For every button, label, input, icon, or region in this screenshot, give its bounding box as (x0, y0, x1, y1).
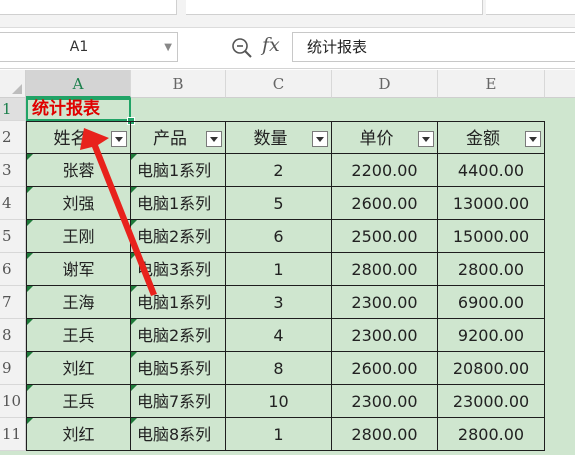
column-header-b[interactable]: B (131, 70, 226, 98)
toolbar-strip (0, 0, 575, 28)
header-label: 姓名 (53, 129, 88, 149)
header-cell-b[interactable]: 产品 (131, 121, 226, 154)
table-cell[interactable]: 谢军 (26, 253, 131, 286)
toolbar-segment (186, 0, 483, 15)
row-header-4[interactable]: 4 (0, 187, 26, 220)
table-cell[interactable]: 10 (226, 385, 332, 418)
row-header-2[interactable]: 2 (0, 121, 26, 154)
toolbar-segment (0, 0, 177, 15)
row-header-1[interactable]: 1 (0, 98, 26, 121)
table-cell[interactable]: 15000.00 (438, 220, 545, 253)
row-header-11[interactable]: 11 (0, 418, 26, 451)
table-cell[interactable]: 电脑1系列 (131, 187, 226, 220)
name-box-value: A1 (69, 39, 89, 55)
table-cell[interactable]: 2300.00 (332, 319, 438, 352)
table-cell[interactable]: 13000.00 (438, 187, 545, 220)
filter-dropdown-icon[interactable] (418, 131, 434, 147)
row-header-8[interactable]: 8 (0, 319, 26, 352)
table-cell[interactable]: 2800.00 (332, 418, 438, 451)
table-cell[interactable]: 2800.00 (438, 418, 545, 451)
table-cell[interactable]: 电脑2系列 (131, 220, 226, 253)
header-cell-e[interactable]: 金额 (438, 121, 545, 154)
row-header-7[interactable]: 7 (0, 286, 26, 319)
table-cell[interactable]: 王兵 (26, 319, 131, 352)
table-cell[interactable]: 2200.00 (332, 154, 438, 187)
table-cell[interactable]: 王海 (26, 286, 131, 319)
header-label: 金额 (466, 129, 500, 149)
table-cell[interactable]: 3 (226, 286, 332, 319)
table-cell[interactable]: 电脑1系列 (131, 286, 226, 319)
table-cell[interactable]: 电脑8系列 (131, 418, 226, 451)
table-cell[interactable]: 2 (226, 154, 332, 187)
table-cell[interactable]: 刘红 (26, 418, 131, 451)
header-label: 产品 (153, 129, 187, 149)
table-cell[interactable]: 刘强 (26, 187, 131, 220)
table-cell[interactable]: 1 (226, 418, 332, 451)
header-cell-c[interactable]: 数量 (226, 121, 332, 154)
table-cell[interactable]: 王兵 (26, 385, 131, 418)
table-cell[interactable]: 4400.00 (438, 154, 545, 187)
filter-dropdown-icon[interactable] (206, 131, 222, 147)
header-label: 单价 (359, 129, 394, 149)
column-header-a[interactable]: A (26, 70, 131, 98)
table-cell[interactable]: 2300.00 (332, 286, 438, 319)
select-all-corner[interactable] (0, 70, 26, 98)
title-cell[interactable]: 统计报表 (26, 98, 131, 121)
filter-dropdown-icon[interactable] (111, 131, 127, 147)
table-cell[interactable]: 王刚 (26, 220, 131, 253)
formula-input[interactable]: 统计报表 (292, 32, 575, 62)
table-cell[interactable]: 20800.00 (438, 352, 545, 385)
table-cell[interactable]: 5 (226, 187, 332, 220)
table-cell[interactable]: 电脑5系列 (131, 352, 226, 385)
row-header-9[interactable]: 9 (0, 352, 26, 385)
table-cell[interactable]: 2600.00 (332, 352, 438, 385)
table-cell[interactable]: 2800.00 (332, 253, 438, 286)
spreadsheet-grid[interactable]: A B C D E 1 2 3 4 5 6 7 8 9 10 11 统计报表 姓名 产品 数量 单价 金额 张蓉 电脑1系列 2… (0, 70, 575, 455)
table-cell[interactable]: 刘红 (26, 352, 131, 385)
table-cell[interactable]: 电脑7系列 (131, 385, 226, 418)
row-header-3[interactable]: 3 (0, 154, 26, 187)
table-cell[interactable]: 8 (226, 352, 332, 385)
table-cell[interactable]: 电脑1系列 (131, 154, 226, 187)
header-label: 数量 (253, 129, 288, 149)
column-header-c[interactable]: C (226, 70, 332, 98)
header-cell-d[interactable]: 单价 (332, 121, 438, 154)
table-cell[interactable]: 6 (226, 220, 332, 253)
toolbar-segment (486, 0, 575, 15)
row-header-10[interactable]: 10 (0, 385, 26, 418)
zoom-in-icon[interactable] (231, 37, 253, 59)
header-cell-a[interactable]: 姓名 (26, 121, 131, 154)
table-cell[interactable]: 2500.00 (332, 220, 438, 253)
table-cell[interactable]: 1 (226, 253, 332, 286)
table-cell[interactable]: 电脑3系列 (131, 253, 226, 286)
table-cell[interactable]: 23000.00 (438, 385, 545, 418)
column-header-filler (545, 70, 575, 98)
table-cell[interactable]: 4 (226, 319, 332, 352)
name-box[interactable]: A1 ▼ (0, 32, 178, 62)
table-cell[interactable]: 2800.00 (438, 253, 545, 286)
table-cell[interactable]: 张蓉 (26, 154, 131, 187)
table-cell[interactable]: 2300.00 (332, 385, 438, 418)
table-cell[interactable]: 6900.00 (438, 286, 545, 319)
filter-dropdown-icon[interactable] (312, 131, 328, 147)
column-header-d[interactable]: D (332, 70, 438, 98)
function-icon[interactable]: fx (262, 34, 280, 56)
formula-value: 统计报表 (307, 38, 368, 56)
column-header-e[interactable]: E (438, 70, 545, 98)
row-header-6[interactable]: 6 (0, 253, 26, 286)
chevron-down-icon[interactable]: ▼ (164, 42, 172, 53)
table-cell[interactable]: 2600.00 (332, 187, 438, 220)
table-cell[interactable]: 9200.00 (438, 319, 545, 352)
filter-dropdown-icon[interactable] (525, 131, 541, 147)
formula-bar: A1 ▼ fx 统计报表 (0, 28, 575, 69)
row-header-5[interactable]: 5 (0, 220, 26, 253)
table-cell[interactable]: 电脑2系列 (131, 319, 226, 352)
